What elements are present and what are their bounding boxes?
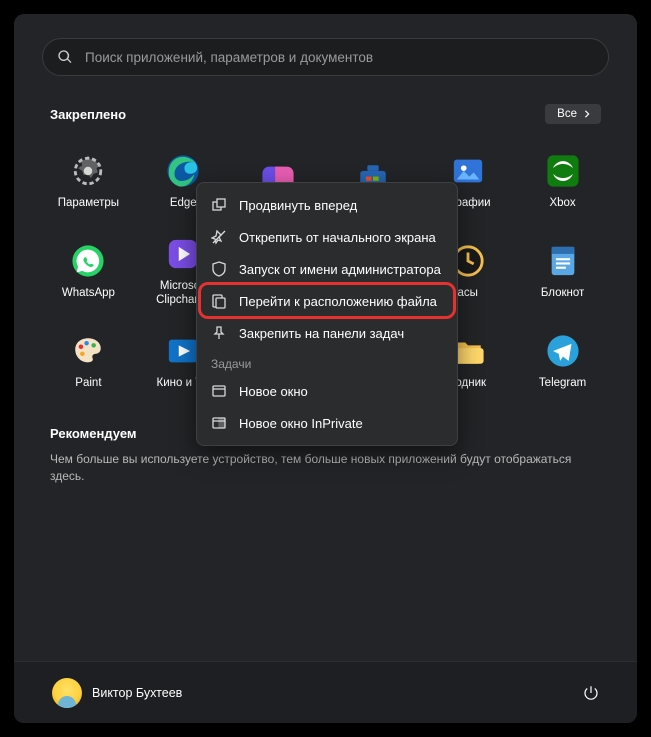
context-item-pin-taskbar[interactable]: Закрепить на панели задач	[197, 317, 457, 349]
context-item-label: Запуск от имени администратора	[239, 262, 441, 277]
context-item-label: Перейти к расположению файла	[239, 294, 437, 309]
app-label: Telegram	[539, 376, 586, 390]
search-placeholder: Поиск приложений, параметров и документо…	[85, 50, 373, 65]
avatar	[52, 678, 82, 708]
admin-icon	[211, 261, 227, 277]
notepad-icon	[546, 244, 580, 278]
app-tile[interactable]: Блокнот	[516, 228, 609, 316]
context-item-unpin[interactable]: Открепить от начального экрана	[197, 221, 457, 253]
search-input[interactable]: Поиск приложений, параметров и документо…	[42, 38, 609, 76]
user-account-button[interactable]: Виктор Бухтеев	[42, 672, 192, 714]
app-label: асы	[458, 286, 478, 300]
context-menu: Продвинуть вперед Открепить от начального…	[196, 182, 458, 446]
context-task-window[interactable]: Новое окно	[197, 375, 457, 407]
all-apps-button[interactable]: Все	[545, 104, 601, 124]
xbox-icon	[546, 154, 580, 188]
edge-icon	[166, 154, 200, 188]
context-item-label: Открепить от начального экрана	[239, 230, 436, 245]
pinned-title: Закреплено	[50, 107, 126, 122]
app-label: Edge	[170, 196, 197, 210]
paint-icon	[71, 334, 105, 368]
power-icon	[582, 684, 600, 702]
start-footer: Виктор Бухтеев	[14, 661, 637, 723]
app-tile[interactable]: Параметры	[42, 138, 135, 226]
pinned-header: Закреплено Все	[42, 104, 609, 124]
power-button[interactable]	[573, 675, 609, 711]
user-name: Виктор Бухтеев	[92, 686, 182, 700]
telegram-icon	[546, 334, 580, 368]
context-item-label: Продвинуть вперед	[239, 198, 357, 213]
context-task-label: Новое окно	[239, 384, 308, 399]
app-tile[interactable]: Xbox	[516, 138, 609, 226]
app-label: Paint	[75, 376, 101, 390]
app-tile[interactable]: Telegram	[516, 318, 609, 406]
chevron-right-icon	[583, 110, 591, 118]
context-item-file-location[interactable]: Перейти к расположению файла	[197, 285, 457, 317]
app-label: WhatsApp	[62, 286, 115, 300]
app-tile[interactable]: Paint	[42, 318, 135, 406]
photos-icon	[451, 154, 485, 188]
app-label: Параметры	[58, 196, 119, 210]
context-item-admin[interactable]: Запуск от имени администратора	[197, 253, 457, 285]
app-label: Xbox	[549, 196, 575, 210]
whatsapp-icon	[71, 244, 105, 278]
app-tile[interactable]: WhatsApp	[42, 228, 135, 316]
context-task-label: Новое окно InPrivate	[239, 416, 363, 431]
pin-taskbar-icon	[211, 325, 227, 341]
context-tasks-label: Задачи	[197, 349, 457, 375]
window-icon	[211, 383, 227, 399]
context-item-move-front[interactable]: Продвинуть вперед	[197, 189, 457, 221]
settings-icon	[71, 154, 105, 188]
inprivate-icon	[211, 415, 227, 431]
recommended-text: Чем больше вы используете устройство, те…	[50, 451, 590, 485]
move-front-icon	[211, 197, 227, 213]
context-item-label: Закрепить на панели задач	[239, 326, 404, 341]
context-task-inprivate[interactable]: Новое окно InPrivate	[197, 407, 457, 439]
search-icon	[57, 49, 73, 65]
app-label: Блокнот	[541, 286, 584, 300]
file-location-icon	[211, 293, 227, 309]
unpin-icon	[211, 229, 227, 245]
